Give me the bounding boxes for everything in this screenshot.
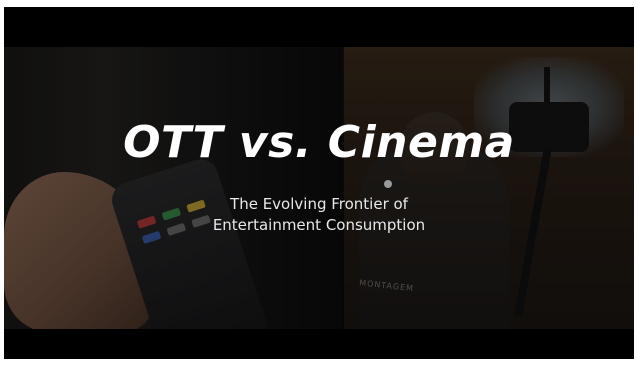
letterbox-bottom	[4, 329, 634, 359]
subtitle-line-1: The Evolving Frontier of	[230, 195, 408, 213]
video-thumbnail-scene: MONTAGEM OTT vs. Cinema The Evolving Fro…	[4, 47, 634, 329]
video-title: OTT vs. Cinema	[123, 117, 515, 168]
letterbox-top	[4, 7, 634, 47]
video-subtitle: The Evolving Frontier of Entertainment C…	[4, 194, 634, 236]
video-frame[interactable]: MONTAGEM OTT vs. Cinema The Evolving Fro…	[4, 7, 634, 359]
dark-overlay	[4, 47, 634, 329]
decorative-dot	[384, 180, 392, 188]
subtitle-line-2: Entertainment Consumption	[212, 216, 426, 234]
